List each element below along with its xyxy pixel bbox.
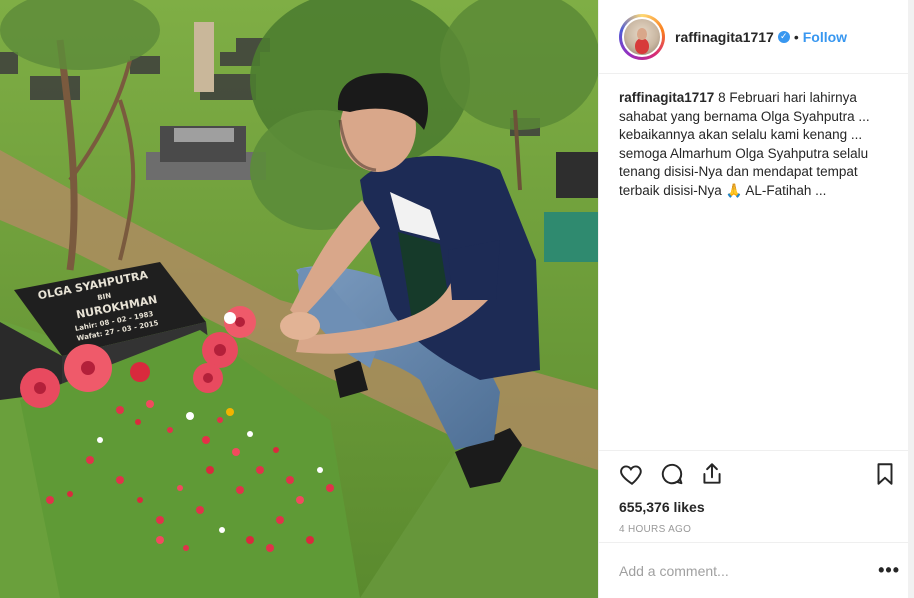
likes-count[interactable]: 655,376 likes [599,496,914,518]
caption-username-link[interactable]: raffinagita1717 [619,90,714,105]
comment-input[interactable] [619,562,879,579]
cemetery-photo: OLGA SYAHPUTRA BIN NUROKHMAN Lahir: 08 -… [0,0,598,598]
action-bar [599,450,908,496]
post-header: raffinagita1717 ✓ • Follow [599,0,908,74]
heart-icon[interactable] [619,461,645,487]
instagram-post: OLGA SYAHPUTRA BIN NUROKHMAN Lahir: 08 -… [0,0,914,598]
follow-button[interactable]: Follow [803,29,847,45]
avatar-story-ring[interactable] [619,13,665,60]
comment-icon[interactable] [659,461,685,487]
verified-icon: ✓ [777,30,790,43]
avatar[interactable] [622,16,662,57]
post-photo[interactable]: OLGA SYAHPUTRA BIN NUROKHMAN Lahir: 08 -… [0,0,598,598]
post-timestamp[interactable]: 4 HOURS AGO [599,518,914,542]
scrollbar[interactable] [908,0,914,598]
post-caption: raffinagita1717 8 Februari hari lahirnya… [599,74,914,450]
bookmark-icon[interactable] [872,461,898,487]
comment-box: ••• [599,542,908,598]
post-side-panel: raffinagita1717 ✓ • Follow raffinagita17… [598,0,914,598]
caption-text: 8 Februari hari lahirnya sahabat yang be… [619,90,870,198]
header-separator: • [793,28,799,45]
more-options-icon[interactable]: ••• [878,560,900,581]
username-link[interactable]: raffinagita1717 [675,29,774,45]
share-icon[interactable] [699,461,725,487]
